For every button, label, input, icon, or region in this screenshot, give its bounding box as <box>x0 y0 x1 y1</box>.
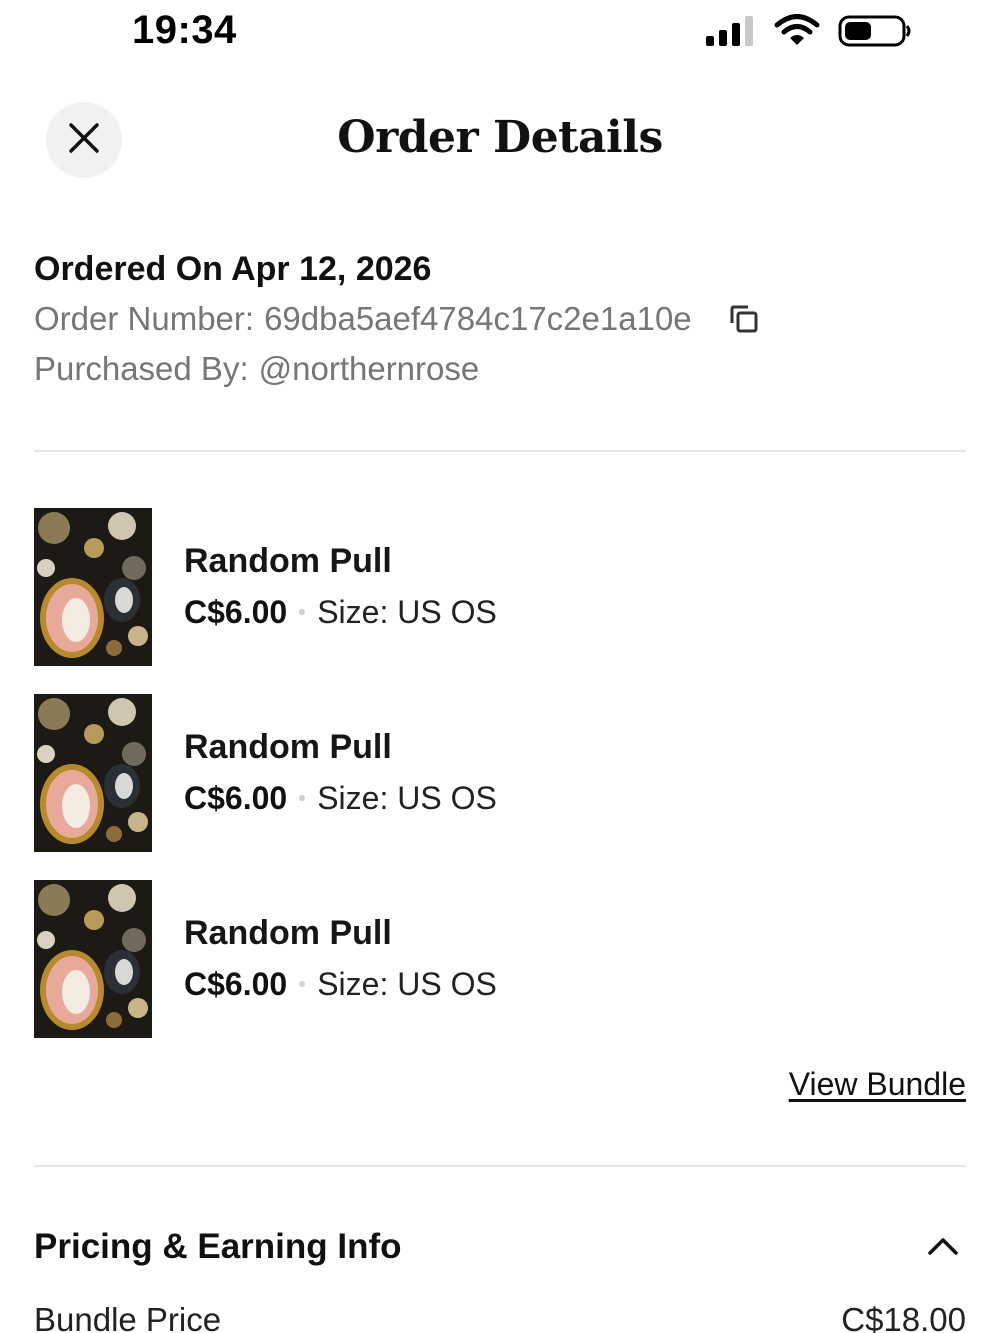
order-info: Ordered On Apr 12, 2026 Order Number: 69… <box>34 248 974 394</box>
chevron-up-icon[interactable] <box>926 1234 960 1263</box>
item-thumbnail[interactable] <box>34 880 152 1038</box>
item-price: C$6.00 <box>184 594 288 630</box>
separator-dot <box>299 609 306 615</box>
status-time: 19:34 <box>132 8 237 52</box>
separator-dot <box>299 795 306 801</box>
status-icons <box>706 14 912 53</box>
page-title: Order Details <box>337 112 663 163</box>
status-bar: 19:34 <box>0 0 1000 66</box>
item-size: Size: US OS <box>317 966 497 1002</box>
signal-icon <box>706 14 756 53</box>
item-meta: C$6.00 Size: US OS <box>184 770 497 826</box>
header: Order Details <box>0 100 1000 180</box>
item-size: Size: US OS <box>317 594 497 630</box>
battery-icon <box>838 14 912 53</box>
wifi-icon <box>774 14 820 53</box>
order-item[interactable]: Random Pull C$6.00 Size: US OS <box>34 694 966 880</box>
item-text: Random Pull C$6.00 Size: US OS <box>184 724 497 826</box>
bundle-price-label: Bundle Price <box>34 1301 222 1333</box>
copy-icon[interactable] <box>728 303 760 335</box>
item-title: Random Pull <box>184 914 392 952</box>
bundle-price-value: C$18.00 <box>841 1301 966 1333</box>
item-thumbnail[interactable] <box>34 694 152 852</box>
item-size: Size: US OS <box>317 780 497 816</box>
item-text: Random Pull C$6.00 Size: US OS <box>184 910 497 1012</box>
item-price: C$6.00 <box>184 966 288 1002</box>
pricing-section-header[interactable]: Pricing & Earning Info <box>34 1222 966 1272</box>
item-price: C$6.00 <box>184 780 288 816</box>
order-items-list: Random Pull C$6.00 Size: US OS Random Pu… <box>34 508 966 1066</box>
item-title: Random Pull <box>184 728 392 766</box>
order-item[interactable]: Random Pull C$6.00 Size: US OS <box>34 880 966 1066</box>
ordered-on-date: Ordered On Apr 12, 2026 <box>34 250 432 288</box>
order-number-label: Order Number: <box>34 300 255 337</box>
item-meta: C$6.00 Size: US OS <box>184 584 497 640</box>
order-number: 69dba5aef4784c17c2e1a10e <box>264 300 692 337</box>
item-meta: C$6.00 Size: US OS <box>184 956 497 1012</box>
order-details-screen: 19:34 Order Details Ordered On Apr 12, 2… <box>0 0 1000 1333</box>
divider <box>34 450 966 452</box>
bundle-price-row: Bundle Price C$18.00 <box>34 1298 966 1333</box>
separator-dot <box>299 981 306 987</box>
purchased-by-username[interactable]: @northernrose <box>259 344 480 394</box>
purchased-by-label: Purchased By: <box>34 350 249 387</box>
purchased-by-line: Purchased By: @northernrose <box>34 344 974 394</box>
order-item[interactable]: Random Pull C$6.00 Size: US OS <box>34 508 966 694</box>
item-text: Random Pull C$6.00 Size: US OS <box>184 538 497 640</box>
divider <box>34 1165 966 1167</box>
view-bundle-link[interactable]: View Bundle <box>789 1066 966 1103</box>
pricing-section-title: Pricing & Earning Info <box>34 1227 402 1266</box>
item-thumbnail[interactable] <box>34 508 152 666</box>
item-title: Random Pull <box>184 542 392 580</box>
order-number-line: Order Number: 69dba5aef4784c17c2e1a10e <box>34 294 974 344</box>
